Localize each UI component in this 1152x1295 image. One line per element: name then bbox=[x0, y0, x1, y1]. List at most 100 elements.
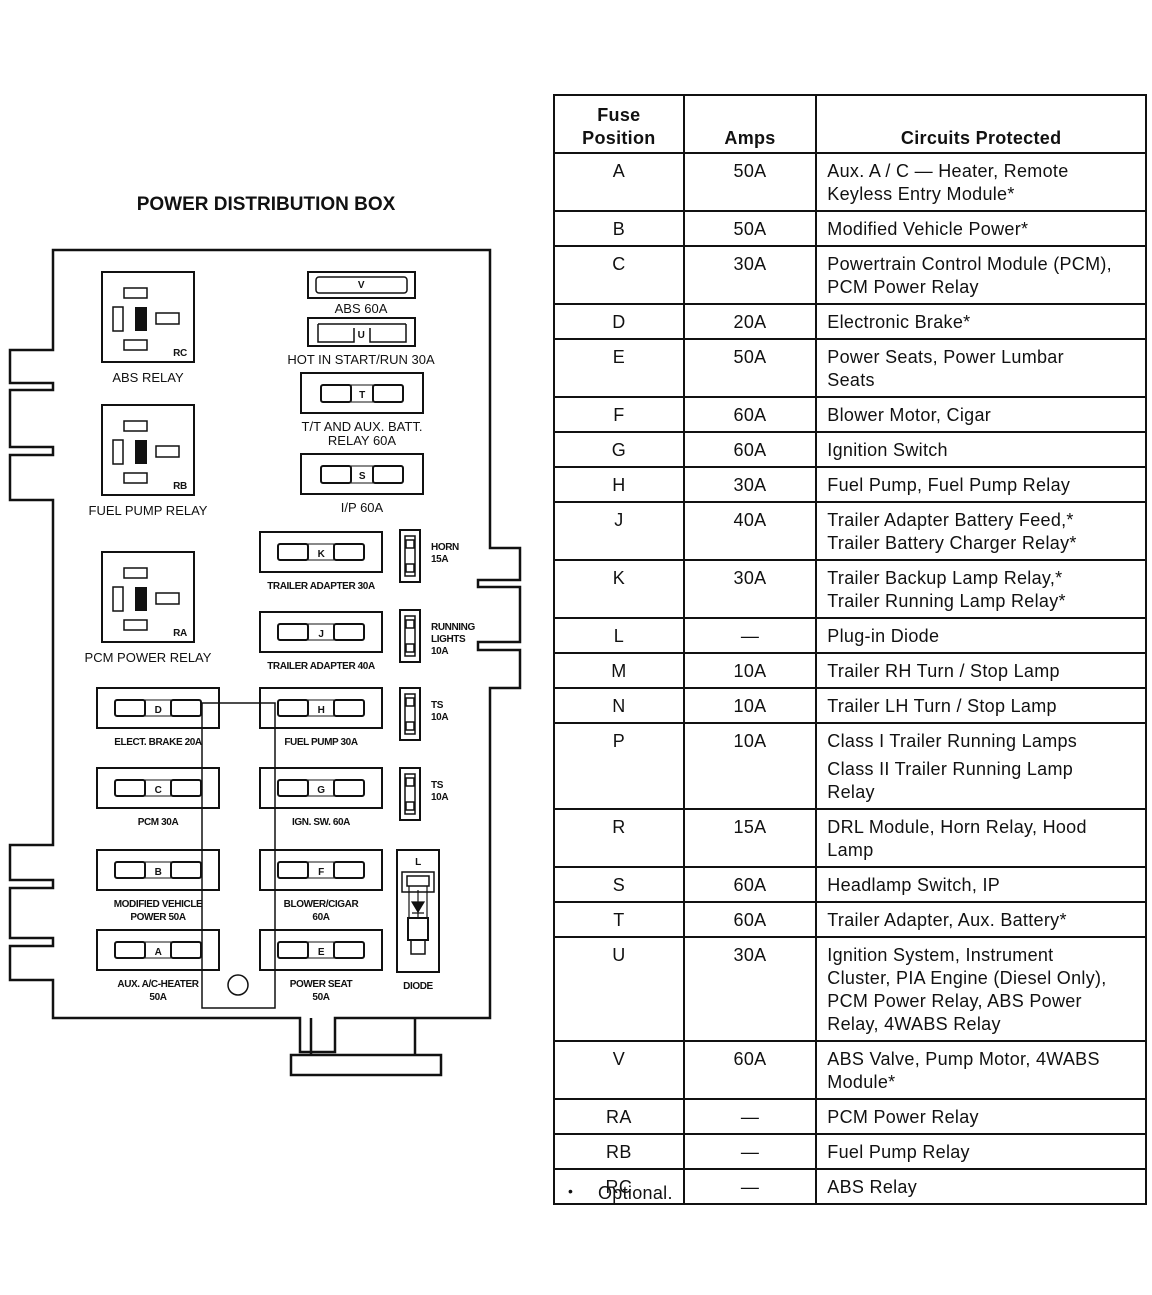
fuse-slot-e[interactable]: E POWER SEAT 50A bbox=[259, 929, 383, 1003]
fuse-label: FUEL PUMP 30A bbox=[284, 737, 358, 748]
header-circuits-protected: Circuits Protected bbox=[815, 94, 1147, 154]
circuit-line: PCM Power Relay, ABS Power bbox=[827, 991, 1082, 1011]
fuse-label: IGN. SW. 60A bbox=[292, 817, 350, 828]
cell-fuse-position: L bbox=[553, 617, 685, 654]
mini-fuse-label: LIGHTS bbox=[431, 634, 466, 645]
fuse-slot-k[interactable]: K TRAILER ADAPTER 30A bbox=[259, 531, 383, 592]
fuse-code: A bbox=[155, 947, 162, 958]
circuit-line: Lamp bbox=[827, 840, 874, 860]
fuse-label: MODIFIED VEHICLE bbox=[114, 899, 203, 910]
cell-amps: — bbox=[682, 1098, 818, 1135]
circuit-line: Relay bbox=[827, 782, 875, 802]
cell-amps: 60A bbox=[682, 901, 818, 938]
mini-fuse-label: TS bbox=[431, 700, 444, 711]
cell-amps: 15A bbox=[682, 808, 818, 868]
fuse-slot-g[interactable]: G IGN. SW. 60A bbox=[259, 767, 383, 828]
cell-fuse-position: F bbox=[553, 396, 685, 433]
cell-fuse-position: H bbox=[553, 466, 685, 503]
power-distribution-box-diagram: POWER DISTRIBUTION BOX RCABS RELAY RBFUEL… bbox=[8, 194, 522, 1077]
cell-circuits-protected: Modified Vehicle Power* bbox=[815, 210, 1147, 247]
cell-circuits-protected: Power Seats, Power Lumbar Seats bbox=[815, 338, 1147, 398]
circuit-line: Keyless Entry Module* bbox=[827, 184, 1015, 204]
cell-amps: 30A bbox=[682, 466, 818, 503]
fuse-code: C bbox=[155, 785, 162, 796]
cell-circuits-protected: ABS Valve, Pump Motor, 4WABS Module* bbox=[815, 1040, 1147, 1100]
table-row: N 10A Trailer LH Turn / Stop Lamp bbox=[553, 687, 1147, 724]
cell-fuse-position: RB bbox=[553, 1133, 685, 1170]
table-row: T 60A Trailer Adapter, Aux. Battery* bbox=[553, 901, 1147, 938]
fuse-label: RELAY 60A bbox=[328, 433, 397, 448]
fuse-slot-a[interactable]: A AUX. A/C-HEATER 50A bbox=[96, 929, 220, 1003]
header-fuse-position: Fuse Position bbox=[553, 94, 685, 154]
fuse-slot-v[interactable]: V ABS 60A bbox=[307, 271, 416, 316]
fuse-slot-h[interactable]: H FUEL PUMP 30A bbox=[259, 687, 383, 748]
circuit-line: ABS Valve, Pump Motor, 4WABS bbox=[827, 1049, 1100, 1069]
fuse-slot-t[interactable]: T T/T AND AUX. BATT.RELAY 60A bbox=[300, 372, 424, 448]
fuse-code: E bbox=[318, 947, 325, 958]
diagram-title: POWER DISTRIBUTION BOX bbox=[137, 194, 396, 215]
table-row: D 20A Electronic Brake* bbox=[553, 303, 1147, 340]
footnote: • Optional. bbox=[568, 1183, 673, 1204]
fuse-label: PCM 30A bbox=[138, 817, 179, 828]
mini-fuse-label: 10A bbox=[431, 712, 448, 723]
cell-amps: 10A bbox=[682, 687, 818, 724]
diode-code: L bbox=[415, 857, 421, 868]
cell-amps: 60A bbox=[682, 1040, 818, 1100]
circuit-line: Plug-in Diode bbox=[827, 626, 940, 646]
fuse-label: 50A bbox=[149, 992, 166, 1003]
fuse-slot-s[interactable]: S I/P 60A bbox=[300, 453, 424, 515]
relay-code: RC bbox=[173, 348, 187, 359]
circuit-line: Electronic Brake* bbox=[827, 312, 971, 332]
circuit-line: Modified Vehicle Power* bbox=[827, 219, 1029, 239]
fuse-slot-u[interactable]: U HOT IN START/RUN 30A bbox=[287, 317, 435, 367]
mounting-tab bbox=[289, 1053, 443, 1077]
relay-code: RA bbox=[173, 628, 187, 639]
circuit-line: PCM Power Relay bbox=[827, 1107, 979, 1127]
relay-socket-rb[interactable]: RB FUEL PUMP RELAY bbox=[89, 404, 208, 518]
circuit-line: Class II Trailer Running Lamp bbox=[827, 759, 1074, 779]
mini-fuse-slot-r[interactable]: HORN15A bbox=[399, 529, 459, 583]
fuse-code: J bbox=[318, 629, 323, 640]
fuse-label: POWER 50A bbox=[130, 912, 185, 923]
relay-label: PCM POWER RELAY bbox=[85, 650, 212, 665]
mini-fuse-slot-p[interactable]: RUNNINGLIGHTS10A bbox=[399, 609, 476, 663]
cell-circuits-protected: DRL Module, Horn Relay, Hood Lamp bbox=[815, 808, 1147, 868]
header-amps: Amps bbox=[682, 94, 818, 154]
cell-circuits-protected: Blower Motor, Cigar bbox=[815, 396, 1147, 433]
cell-amps: 10A bbox=[682, 722, 818, 810]
circuit-line: PCM Power Relay bbox=[827, 277, 979, 297]
cell-circuits-protected: Trailer RH Turn / Stop Lamp bbox=[815, 652, 1147, 689]
mini-fuse-slot-n[interactable]: TS10A bbox=[399, 767, 449, 821]
fuse-slot-b[interactable]: B MODIFIED VEHICLE POWER 50A bbox=[96, 849, 220, 923]
cell-circuits-protected: Aux. A / C — Heater, Remote Keyless Entry… bbox=[815, 152, 1147, 212]
fuse-label: I/P 60A bbox=[341, 500, 384, 515]
mini-fuse-slot-m[interactable]: TS10A bbox=[399, 687, 449, 741]
fuse-slot-j[interactable]: J TRAILER ADAPTER 40A bbox=[259, 611, 383, 672]
circuit-line: Trailer LH Turn / Stop Lamp bbox=[827, 696, 1057, 716]
circuit-line: Powertrain Control Module (PCM), bbox=[827, 254, 1112, 274]
cell-amps: — bbox=[682, 1133, 818, 1170]
relay-socket-ra[interactable]: RA PCM POWER RELAY bbox=[85, 551, 212, 665]
mini-fuse-label: TS bbox=[431, 780, 444, 791]
diode-slot-l[interactable]: L DIODE bbox=[396, 849, 440, 992]
circuit-line: Class I Trailer Running Lamps bbox=[827, 731, 1078, 751]
cell-fuse-position: B bbox=[553, 210, 685, 247]
relay-socket-rc[interactable]: RC ABS RELAY bbox=[101, 271, 195, 385]
fuse-label: TRAILER ADAPTER 30A bbox=[267, 581, 375, 592]
mini-fuse-label: RUNNING bbox=[431, 622, 475, 633]
diode-symbol-icon bbox=[410, 901, 426, 914]
fuse-label: ELECT. BRAKE 20A bbox=[114, 737, 202, 748]
fuse-code: U bbox=[358, 330, 365, 341]
fuse-code: F bbox=[318, 867, 324, 878]
circuit-line: Trailer Battery Charger Relay* bbox=[827, 533, 1077, 553]
table-row: B 50A Modified Vehicle Power* bbox=[553, 210, 1147, 247]
cell-amps: 60A bbox=[682, 866, 818, 903]
fuse-slot-f[interactable]: F BLOWER/CIGAR 60A bbox=[259, 849, 383, 923]
fuse-label: TRAILER ADAPTER 40A bbox=[267, 661, 375, 672]
cell-fuse-position: V bbox=[553, 1040, 685, 1100]
fuse-slot-c[interactable]: C PCM 30A bbox=[96, 767, 220, 828]
fuse-table: Fuse Position Amps Circuits Protected A 50… bbox=[553, 94, 1147, 1205]
cell-circuits-protected: Ignition System, Instrument Cluster, PIA … bbox=[815, 936, 1147, 1042]
fuse-slot-d[interactable]: D ELECT. BRAKE 20A bbox=[96, 687, 220, 748]
circuit-line: Cluster, PIA Engine (Diesel Only), bbox=[827, 968, 1107, 988]
